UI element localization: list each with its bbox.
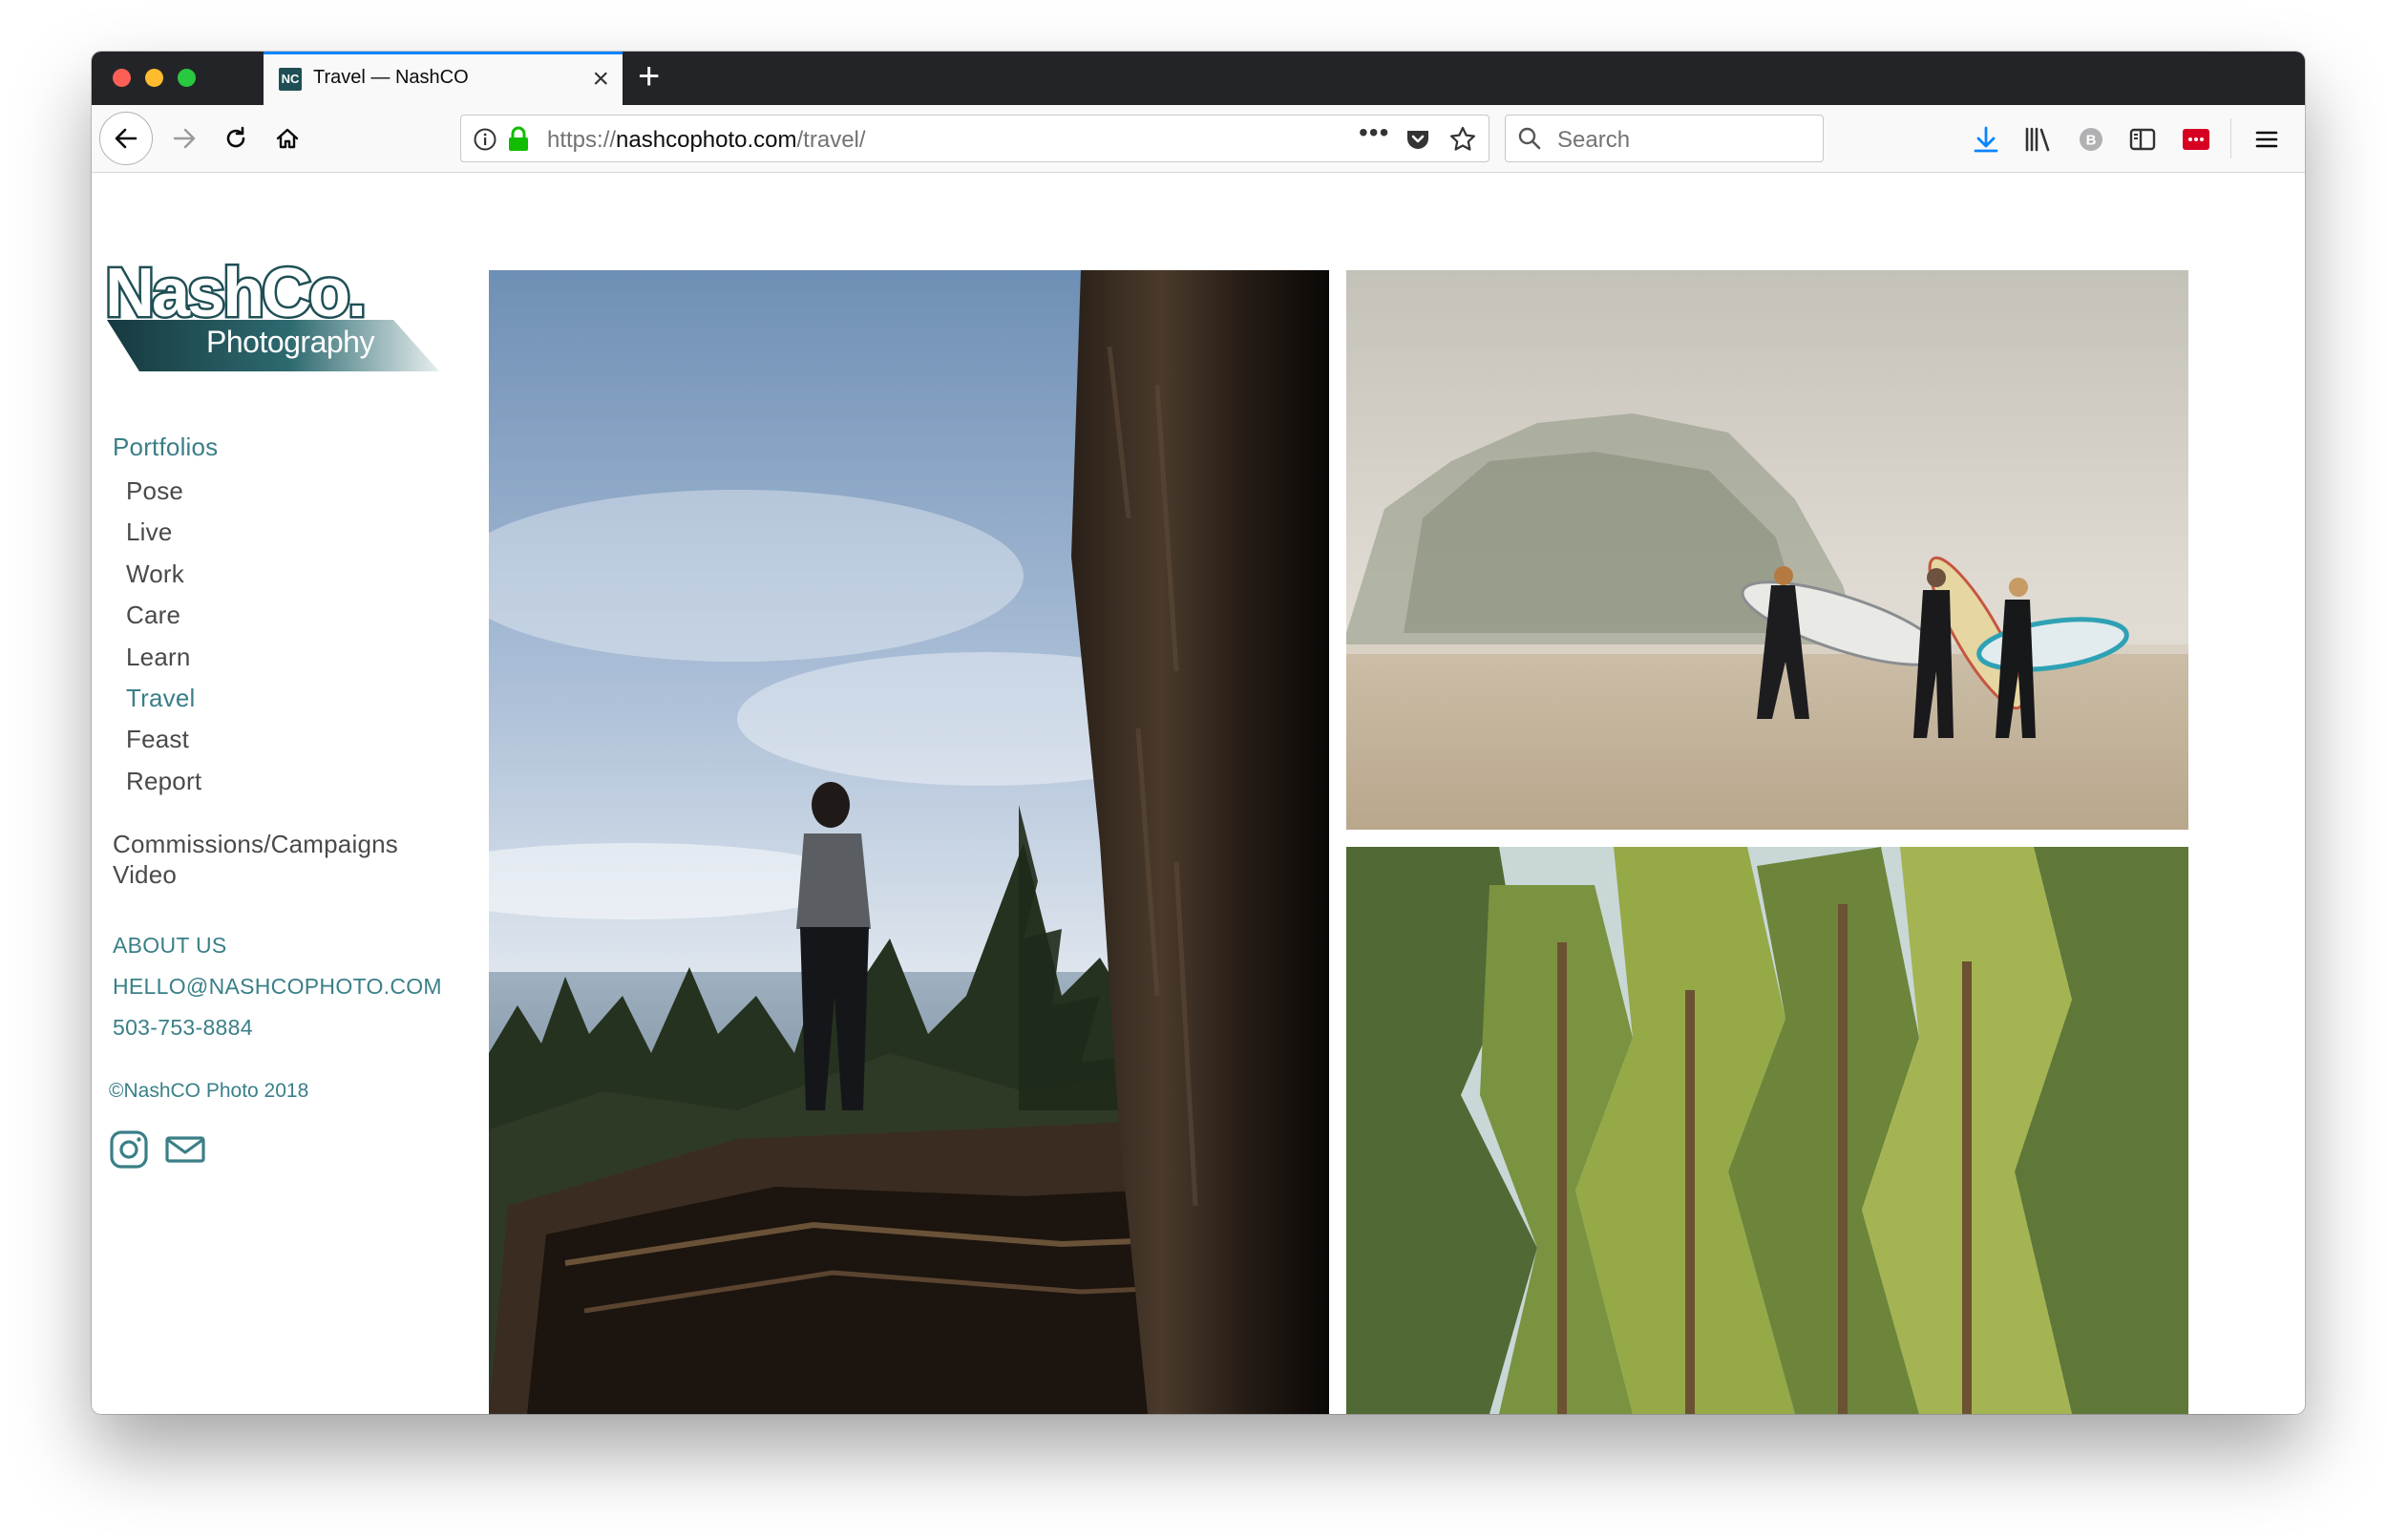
instagram-icon[interactable] [109,1129,149,1170]
portfolio-item-work[interactable]: Work [126,554,201,595]
url-host: nashcophoto.com [616,127,797,153]
tab-travel[interactable]: NC Travel — NashCO × [264,52,623,105]
url-prefix: https:// [547,127,617,153]
pocket-icon[interactable] [1405,126,1431,158]
portfolio-item-learn[interactable]: Learn [126,637,201,678]
tab-close-icon[interactable]: × [592,60,609,98]
search-bar[interactable]: Search [1505,115,1824,162]
search-placeholder: Search [1557,127,1631,153]
navigation-toolbar: https://nashcophoto.com/travel/ ••• Sear… [92,105,2305,173]
browser-window: NC Travel — NashCO × + https://nashcopho… [92,52,2305,1414]
tab-strip: NC Travel — NashCO × + [92,52,2305,105]
home-icon [276,128,299,149]
url-path: /travel/ [796,127,866,153]
star-icon[interactable] [1448,125,1477,158]
nashco-logo[interactable]: NashCo. Photography [107,261,439,371]
portfolio-item-live[interactable]: Live [126,512,201,553]
forward-icon [173,128,196,149]
nav-link-commissions[interactable]: Commissions/Campaigns [113,830,398,859]
logo-subtitle: Photography [206,325,374,359]
photo-man-on-cliff[interactable] [489,270,1329,1414]
reload-button[interactable] [212,115,260,162]
photo-forest[interactable] [1346,847,2188,1414]
sidebar-icon[interactable] [2127,124,2158,155]
extension-red-icon[interactable] [2181,124,2211,155]
portfolio-item-travel[interactable]: Travel [126,678,201,719]
nav-heading-portfolios[interactable]: Portfolios [113,432,218,462]
home-button[interactable] [264,115,311,162]
more-icon[interactable]: ••• [1359,117,1389,148]
portfolio-item-pose[interactable]: Pose [126,471,201,512]
maximize-window-button[interactable] [178,69,196,87]
lock-icon [507,126,530,158]
mail-icon[interactable] [164,1129,206,1170]
back-icon [115,128,137,149]
minimize-window-button[interactable] [145,69,163,87]
portfolio-list: Pose Live Work Care Learn Travel Feast R… [126,471,201,802]
about-link[interactable]: ABOUT US [113,933,227,959]
email-link[interactable]: HELLO@NASHCOPHOTO.COM [113,974,442,1000]
library-icon[interactable] [2022,124,2053,155]
url-text[interactable]: https://nashcophoto.com/travel/ [547,127,866,154]
photo-surfers-on-beach[interactable] [1346,270,2188,830]
reload-icon [226,126,245,148]
phone-link[interactable]: 503-753-8884 [113,1015,253,1041]
back-button[interactable] [99,112,153,165]
info-icon[interactable] [473,127,497,157]
toolbar-separator [2230,118,2231,158]
tab-title: Travel — NashCO [313,67,469,88]
new-tab-button[interactable]: + [638,55,660,97]
portfolio-item-care[interactable]: Care [126,595,201,636]
svg-text:B: B [2086,133,2097,149]
extension-icon[interactable]: B [2076,124,2106,155]
url-bar[interactable]: https://nashcophoto.com/travel/ ••• [460,115,1489,162]
nav-link-video[interactable]: Video [113,860,177,890]
close-window-button[interactable] [113,69,131,87]
page-content: NashCo. Photography Portfolios Pose Live… [92,173,2305,1414]
copyright: ©NashCO Photo 2018 [109,1080,309,1102]
search-icon [1517,126,1542,156]
forward-button[interactable] [160,115,208,162]
logo-wordmark: NashCo. [107,261,364,331]
portfolio-item-feast[interactable]: Feast [126,719,201,760]
menu-icon[interactable] [2251,124,2282,155]
portfolio-item-report[interactable]: Report [126,761,201,802]
download-icon[interactable] [1971,124,2001,155]
tab-favicon: NC [279,68,302,91]
